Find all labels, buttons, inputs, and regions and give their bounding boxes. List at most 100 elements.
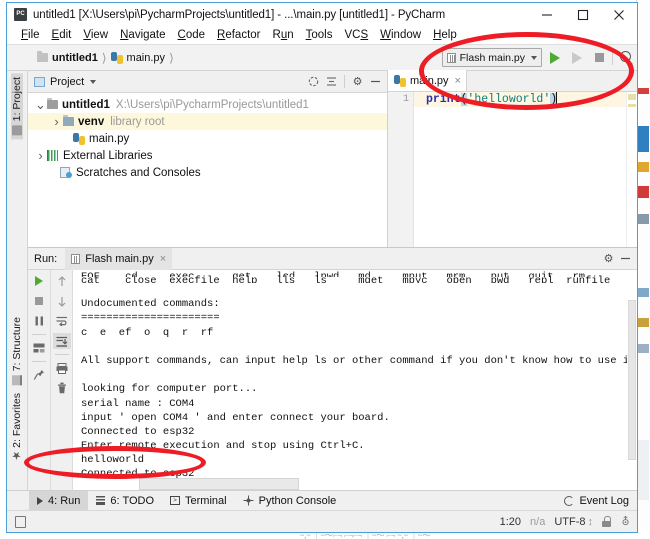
chevron-right-icon[interactable]	[50, 114, 63, 129]
menu-view[interactable]: View	[77, 26, 114, 45]
encoding[interactable]: UTF-8↕	[554, 516, 593, 528]
bg-chip	[638, 126, 649, 152]
run-tab-flash-main[interactable]: Flash main.py ×	[65, 248, 172, 270]
sidebar-item-structure[interactable]: 7: Structure	[11, 313, 23, 389]
menu-window[interactable]: Window	[374, 26, 427, 45]
tree-node-untitled1[interactable]: untitled1 X:\Users\pi\PycharmProjects\un…	[28, 96, 387, 113]
tree-node-label: venv	[78, 116, 104, 128]
menu-vcs[interactable]: VCS	[338, 26, 374, 45]
menu-edit[interactable]: Edit	[46, 26, 78, 45]
chevron-right-icon[interactable]	[34, 148, 47, 163]
run-console-output[interactable]: EOF cd exec get lcd lpwd md mput mrm put…	[72, 270, 637, 490]
expand-all-icon[interactable]	[324, 74, 339, 89]
run-button[interactable]	[544, 46, 566, 70]
debug-button[interactable]	[566, 46, 588, 70]
header-divider	[344, 75, 345, 88]
memory-icon[interactable]	[15, 516, 26, 528]
editor-body[interactable]: 1 print('helloworld')	[388, 92, 637, 247]
bottom-tab-python-console[interactable]: Python Console	[235, 491, 345, 511]
scroll-up-icon[interactable]	[53, 273, 71, 289]
code-line-1[interactable]: print('helloworld')	[414, 92, 626, 107]
console-scroll-thumb[interactable]	[628, 300, 636, 460]
bg-chip	[638, 162, 649, 172]
console-line: ======================	[81, 311, 637, 325]
run-configuration-selector[interactable]: Flash main.py	[442, 48, 542, 67]
minimize-button[interactable]	[529, 3, 565, 26]
sidebar-item-favorites[interactable]: ★ 2: Favorites	[11, 389, 23, 466]
editor-tab-main-py[interactable]: main.py ×	[388, 70, 467, 91]
run-secondary-toolbar	[50, 270, 72, 490]
hide-icon[interactable]	[618, 251, 633, 266]
scroll-down-icon[interactable]	[53, 293, 71, 309]
console-line	[81, 283, 637, 297]
sidebar-item-label: 2: Favorites	[11, 393, 23, 448]
rerun-icon[interactable]	[30, 273, 48, 289]
project-panel-title: Project	[50, 76, 84, 88]
search-icon	[620, 51, 633, 64]
bottom-tab-todo[interactable]: 6: TODO	[88, 491, 162, 511]
caret-position[interactable]: 1:20	[500, 516, 521, 528]
python-console-icon	[243, 495, 254, 506]
breadcrumb-untitled1[interactable]: untitled1	[37, 52, 98, 64]
project-icon	[12, 125, 22, 135]
close-icon[interactable]: ×	[160, 253, 166, 265]
status-bar: 1:20 n/a UTF-8↕ ⛢	[7, 510, 637, 532]
inspector-icon[interactable]: ⛢	[620, 516, 631, 528]
scroll-to-end-icon[interactable]	[53, 333, 71, 349]
console-icon[interactable]	[30, 340, 48, 356]
chevron-down-icon[interactable]	[90, 80, 96, 84]
editor-marker[interactable]	[628, 94, 636, 100]
menu-tools[interactable]: Tools	[300, 26, 339, 45]
tree-node-external-libraries[interactable]: External Libraries	[28, 147, 387, 164]
toolbar-divider	[612, 51, 613, 65]
close-button[interactable]	[601, 3, 637, 26]
settings-icon[interactable]: ⚙	[350, 74, 365, 89]
python-file-icon	[73, 133, 85, 145]
menu-run[interactable]: Run	[267, 26, 300, 45]
sidebar-item-project[interactable]: 1: Project	[11, 73, 23, 139]
line-separator[interactable]: n/a	[530, 516, 545, 528]
console-line-helloworld: helloworld	[81, 453, 637, 467]
lock-icon[interactable]	[602, 516, 611, 527]
menu-navigate[interactable]: Navigate	[114, 26, 171, 45]
editor-tab-bar: main.py ×	[388, 71, 637, 92]
code-string: 'helloworld'	[467, 93, 550, 106]
pause-icon[interactable]	[30, 313, 48, 329]
toolbar-divider	[55, 354, 69, 355]
tree-node-sublabel: X:\Users\pi\PycharmProjects\untitled1	[116, 99, 309, 111]
soft-wrap-icon[interactable]	[53, 313, 71, 329]
bottom-tab-label: Python Console	[259, 495, 337, 507]
stop-icon[interactable]	[30, 293, 48, 309]
editor-scrollbar[interactable]	[626, 92, 637, 247]
tree-node-main-py[interactable]: main.py	[28, 130, 387, 147]
left-tool-strip: 1: Project 7: Structure ★ 2: Favorites	[7, 71, 28, 490]
collapse-all-icon[interactable]	[306, 74, 321, 89]
menu-refactor[interactable]: Refactor	[211, 26, 266, 45]
clear-all-icon[interactable]	[53, 380, 71, 396]
tree-node-venv[interactable]: venv library root	[28, 113, 387, 130]
folder-icon	[63, 117, 74, 126]
menu-file[interactable]: File	[15, 26, 46, 45]
close-icon[interactable]: ×	[455, 75, 461, 87]
chevron-down-icon[interactable]	[34, 102, 47, 108]
status-right-group: 1:20 n/a UTF-8↕ ⛢	[500, 516, 631, 528]
console-scrollbar[interactable]	[627, 300, 637, 490]
stop-button[interactable]	[588, 46, 610, 70]
settings-icon[interactable]: ⚙	[601, 251, 616, 266]
console-line: cat close execfile help lls ls mget mpyc…	[81, 274, 637, 283]
bottom-tab-terminal[interactable]: > Terminal	[162, 491, 235, 511]
maximize-button[interactable]	[565, 3, 601, 26]
menu-code[interactable]: Code	[172, 26, 212, 45]
editor-marker[interactable]	[628, 104, 636, 107]
hide-icon[interactable]	[368, 74, 383, 89]
search-everywhere-button[interactable]	[615, 46, 637, 70]
console-input-field[interactable]	[139, 478, 299, 490]
tree-node-scratches[interactable]: Scratches and Consoles	[28, 164, 387, 181]
event-log-button[interactable]: Event Log	[556, 491, 637, 511]
breadcrumb-main-py[interactable]: main.py	[111, 52, 166, 64]
bottom-tab-run[interactable]: 4: Run	[29, 491, 88, 511]
menu-help[interactable]: Help	[427, 26, 463, 45]
print-icon[interactable]	[53, 360, 71, 376]
pin-icon[interactable]	[30, 367, 48, 383]
code-area[interactable]: print('helloworld')	[414, 92, 626, 247]
